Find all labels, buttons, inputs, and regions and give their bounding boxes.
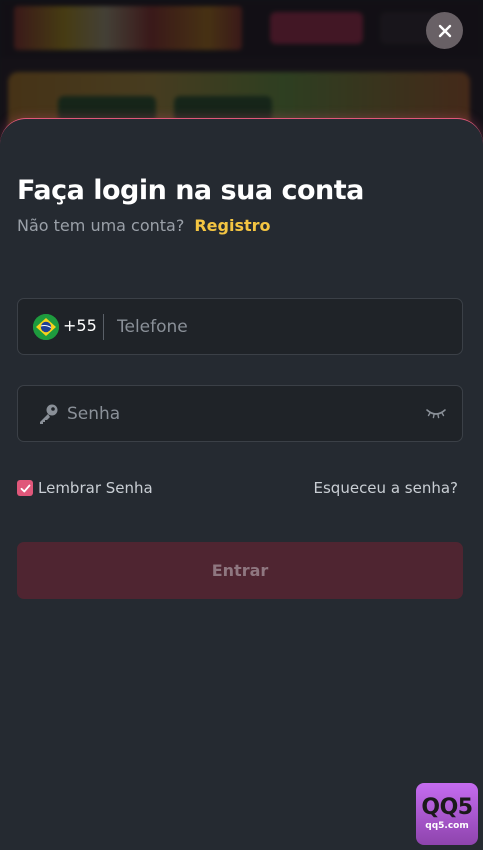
page-title: Faça login na sua conta <box>17 175 364 206</box>
password-field <box>17 385 463 442</box>
watermark-badge: QQ5 qq5.com <box>416 783 478 845</box>
forgot-password-link[interactable]: Esqueceu a senha? <box>314 479 458 497</box>
remember-label: Lembrar Senha <box>38 479 153 497</box>
login-button[interactable]: Entrar <box>17 542 463 599</box>
eye-closed-icon[interactable] <box>425 405 447 421</box>
close-button[interactable] <box>426 12 463 49</box>
check-icon <box>20 484 30 492</box>
watermark-logo: QQ5 <box>421 795 473 820</box>
dial-code[interactable]: +55 <box>63 316 97 335</box>
watermark-domain: qq5.com <box>425 821 469 831</box>
key-icon <box>40 404 58 424</box>
close-icon <box>438 24 451 37</box>
phone-input[interactable] <box>117 299 447 354</box>
register-link[interactable]: Registro <box>194 216 270 235</box>
password-input[interactable] <box>67 386 407 441</box>
no-account-text: Não tem uma conta? <box>17 216 185 235</box>
remember-checkbox[interactable] <box>17 480 33 496</box>
field-divider <box>103 314 104 340</box>
register-prompt: Não tem uma conta? Registro <box>17 216 271 235</box>
brazil-flag-icon[interactable] <box>33 314 59 340</box>
login-sheet: Faça login na sua conta Não tem uma cont… <box>0 118 483 850</box>
remember-password[interactable]: Lembrar Senha <box>17 479 153 497</box>
phone-field: +55 <box>17 298 463 355</box>
